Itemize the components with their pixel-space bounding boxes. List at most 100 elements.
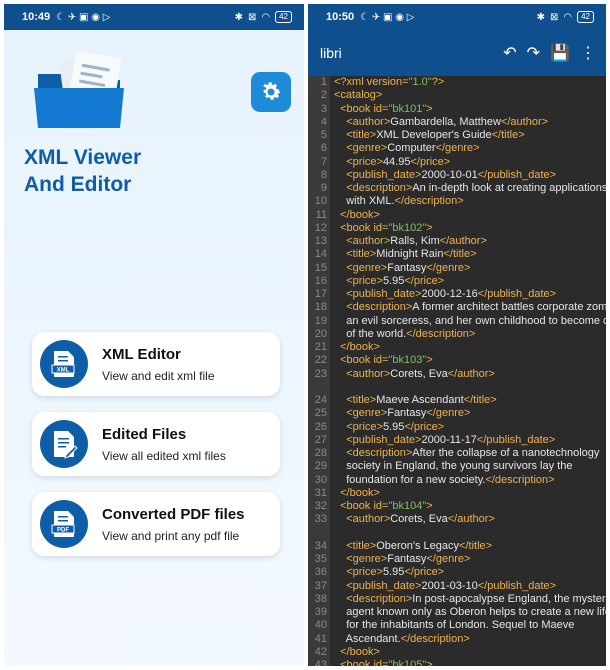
redo-icon[interactable]: ↷ (527, 43, 540, 63)
code-editor[interactable]: 1 2 3 4 5 6 7 8 9 10 11 12 13 14 15 16 17 18 19 20 21 22 23 24 2… (308, 76, 606, 666)
line-number: 31 (314, 486, 327, 499)
code-line: <description>An in-depth look at creatin… (346, 182, 606, 194)
code-line: an evil sorceress, and her own childhood… (334, 314, 606, 327)
line-number: 10 (314, 195, 327, 208)
line-number: 4 (320, 115, 327, 128)
line-number: 21 (314, 341, 327, 353)
line-number-gutter: 1 2 3 4 5 6 7 8 9 10 11 12 13 14 15 16 17 18 19 20 21 22 23 24 2… (308, 76, 330, 666)
bluetooth-icon: ✱ (234, 11, 243, 23)
line-number: 3 (320, 102, 327, 115)
edit-document-icon (40, 420, 88, 468)
battery-icon: 42 (275, 11, 292, 23)
line-number: 26 (314, 420, 327, 433)
code-line: for the inhabitants of London. Sequel to… (334, 619, 575, 632)
card-title: Converted PDF files (102, 505, 245, 523)
line-number: 36 (314, 566, 327, 579)
code-line: of the world.</description> (334, 327, 476, 340)
app-bar: libri ↶ ↷ 💾 ⋮ (308, 30, 606, 76)
edited-files-card[interactable]: Edited Files View all edited xml files (32, 412, 280, 476)
wifi-icon: ◠ (261, 11, 271, 23)
line-number: 37 (314, 579, 327, 592)
line-number: 35 (314, 553, 327, 565)
status-time: 10:50 (326, 11, 355, 23)
file-title: libri (320, 45, 342, 61)
code-line: <price>5.95</price> (346, 274, 445, 287)
code-line: </book> (340, 645, 380, 658)
code-line: society in England, the young survivors … (334, 460, 573, 473)
code-line: <publish_date>2001-03-10</publish_date> (346, 579, 557, 592)
code-line: <description>After the collapse of a nan… (346, 447, 600, 459)
screenshot-root: 10:49 ☾ ✈ ▣ ◉ ▷ ✱ ⊠ ◠ 42 XML Viewer And … (0, 0, 610, 670)
app-title-line1: XML Viewer (24, 146, 142, 169)
code-line: <book id="bk104"> (340, 500, 433, 512)
line-number: 43 (314, 659, 327, 666)
line-number: 13 (314, 235, 327, 247)
card-subtitle: View and edit xml file (102, 368, 215, 383)
code-line: <publish_date>2000-10-01</publish_date> (346, 168, 557, 181)
code-line: <genre>Computer</genre> (346, 142, 480, 155)
code-line: <catalog> (334, 89, 383, 102)
code-line: <title>Oberon's Legacy</title> (346, 539, 493, 552)
svg-text:XML: XML (57, 368, 70, 374)
line-number (308, 381, 327, 394)
line-number: 33 (314, 513, 327, 526)
code-line: <genre>Fantasy</genre> (346, 407, 471, 420)
code-line: Ascendant.</description> (334, 632, 470, 645)
code-line: </book> (340, 208, 380, 221)
code-line: <title>Maeve Ascendant</title> (346, 394, 497, 406)
code-line: </book> (340, 486, 380, 499)
line-number: 7 (320, 155, 327, 168)
card-subtitle: View all edited xml files (102, 448, 226, 463)
line-number: 14 (314, 248, 327, 261)
more-vert-icon[interactable]: ⋮ (580, 43, 596, 63)
hero-area (4, 30, 304, 140)
line-number: 15 (314, 261, 327, 274)
line-number: 41 (314, 632, 327, 645)
code-line: <price>5.95</price> (346, 420, 445, 433)
line-number (308, 527, 327, 540)
card-title: Edited Files (102, 425, 187, 443)
battery-icon: 42 (577, 11, 594, 23)
app-title: XML Viewer And Editor (24, 144, 141, 198)
pdf-file-icon: PDF (40, 500, 88, 548)
code-line: <author>Corets, Eva</author> (346, 367, 495, 380)
gear-icon (263, 82, 281, 100)
status-notification-icons: ☾ ✈ ▣ ◉ ▷ (360, 11, 415, 23)
status-notification-icons: ☾ ✈ ▣ ◉ ▷ (56, 11, 111, 23)
line-number: 34 (314, 539, 327, 552)
status-bar: 10:49 ☾ ✈ ▣ ◉ ▷ ✱ ⊠ ◠ 42 (4, 4, 304, 30)
code-line: <book id="bk101"> (340, 102, 433, 115)
card-subtitle: View and print any pdf file (102, 528, 240, 543)
code-area[interactable]: <?xml version="1.0"?> <catalog> <book id=… (330, 76, 606, 666)
folder-documents-icon (34, 52, 124, 128)
code-line: <author>Gambardella, Matthew</author> (346, 115, 549, 128)
converted-pdf-card[interactable]: PDF Converted PDF files View and print a… (32, 492, 280, 556)
app-title-line2: And Editor (24, 173, 132, 196)
code-line: agent known only as Oberon helps to crea… (334, 606, 606, 618)
code-line: <title>Midnight Rain</title> (346, 248, 477, 261)
code-line: with XML.</description> (334, 195, 464, 208)
xml-editor-card[interactable]: XML XML Editor View and edit xml file (32, 332, 280, 396)
line-number: 24 (314, 394, 327, 406)
line-number: 8 (320, 168, 327, 181)
line-number: 39 (314, 606, 327, 618)
code-line: <description>A former architect battles … (346, 301, 606, 314)
undo-icon[interactable]: ↶ (503, 43, 516, 63)
status-time: 10:49 (22, 11, 51, 23)
card-title: XML Editor (102, 345, 181, 363)
line-number: 12 (314, 221, 327, 234)
line-number: 23 (314, 367, 327, 380)
code-line: <book id="bk105"> (340, 659, 433, 666)
home-screen: 10:49 ☾ ✈ ▣ ◉ ▷ ✱ ⊠ ◠ 42 XML Viewer And … (4, 4, 304, 666)
line-number: 19 (314, 314, 327, 327)
settings-button[interactable] (251, 72, 291, 112)
code-line: <price>5.95</price> (346, 566, 445, 579)
line-number: 30 (314, 473, 327, 486)
bluetooth-icon: ✱ (536, 11, 545, 23)
save-icon[interactable]: 💾 (550, 43, 570, 63)
code-line: <description>In post-apocalypse England,… (346, 592, 606, 605)
line-number: 42 (314, 645, 327, 658)
code-line: <author>Ralls, Kim</author> (346, 235, 487, 247)
xml-file-icon: XML (40, 340, 88, 388)
